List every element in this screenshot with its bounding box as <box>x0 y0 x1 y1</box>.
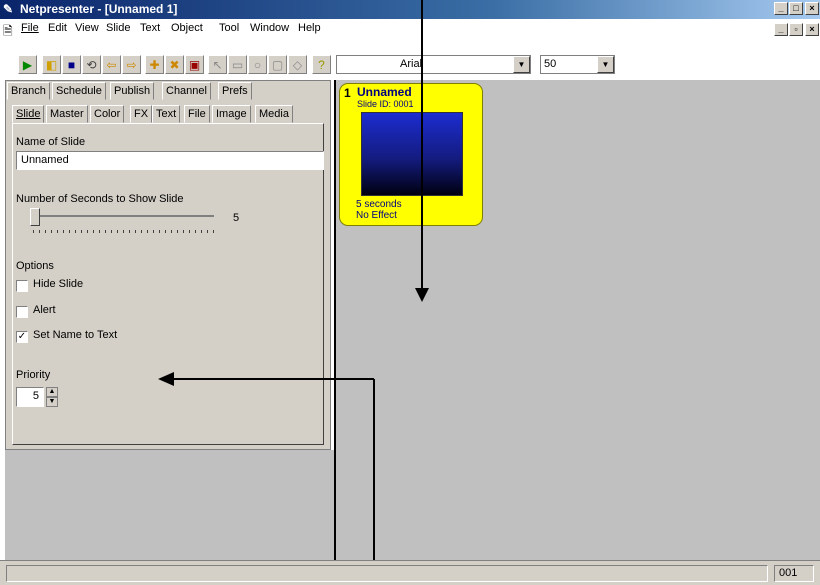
status-bar: 001 <box>0 560 820 585</box>
annotation-arrows <box>158 0 429 585</box>
status-panel-main <box>6 565 768 582</box>
status-panel-right: 001 <box>774 565 814 582</box>
status-page-number: 001 <box>779 567 798 579</box>
arrowhead-left <box>158 372 174 386</box>
arrowhead-down <box>415 288 429 302</box>
